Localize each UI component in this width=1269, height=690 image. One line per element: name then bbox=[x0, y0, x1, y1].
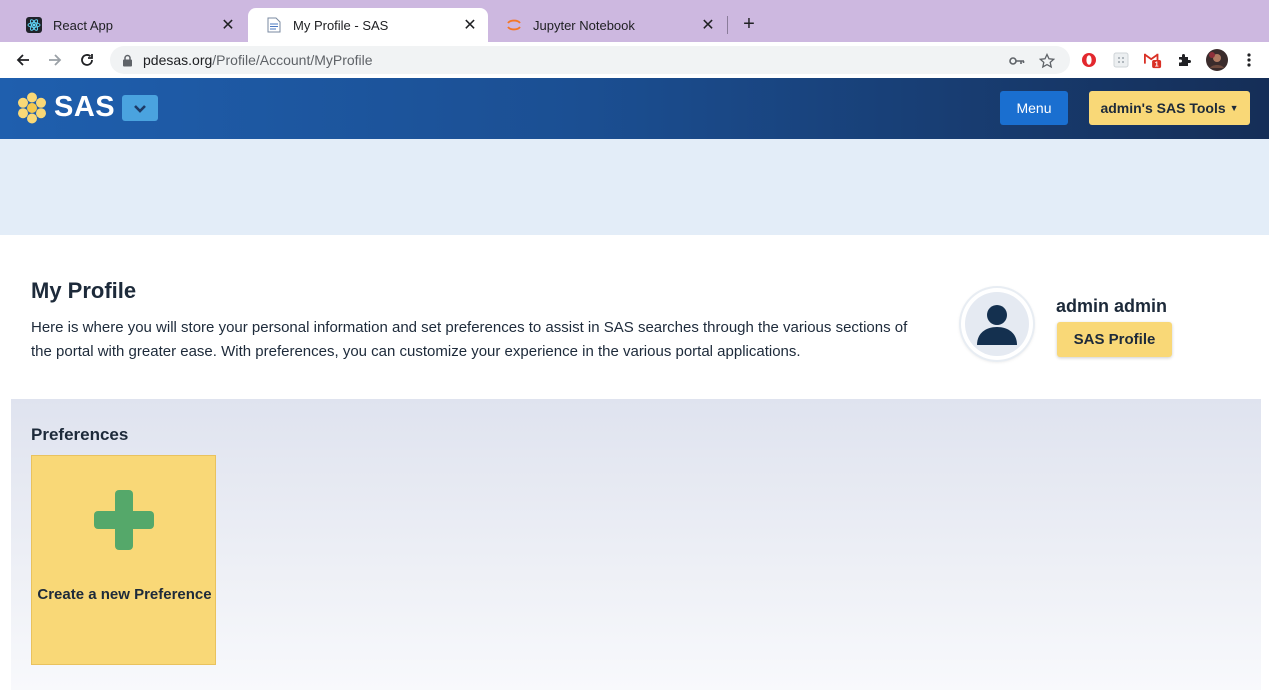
avatar bbox=[961, 288, 1033, 360]
logo-text: SAS bbox=[54, 91, 116, 123]
address-bar[interactable]: pdesas.org/Profile/Account/MyProfile bbox=[110, 46, 1070, 74]
profile-description: Here is where you will store your person… bbox=[31, 319, 908, 360]
back-button[interactable] bbox=[12, 49, 34, 71]
sas-logo[interactable]: SAS bbox=[16, 91, 115, 124]
opera-icon[interactable] bbox=[1080, 51, 1098, 69]
tab-my-profile[interactable]: My Profile - SAS ✕ bbox=[248, 8, 488, 42]
caret-down-icon: ▼ bbox=[1229, 103, 1239, 113]
tab-title: Jupyter Notebook bbox=[533, 17, 635, 33]
hero-banner bbox=[0, 139, 1269, 235]
jupyter-icon bbox=[506, 17, 522, 33]
close-icon[interactable]: ✕ bbox=[220, 15, 236, 35]
tab-jupyter[interactable]: Jupyter Notebook ✕ bbox=[488, 8, 726, 42]
new-tab-button[interactable]: + bbox=[738, 13, 760, 35]
sas-profile-button[interactable]: SAS Profile bbox=[1057, 322, 1172, 357]
user-icon bbox=[977, 305, 1017, 345]
reload-button[interactable] bbox=[76, 49, 98, 71]
chevron-down-icon bbox=[134, 104, 146, 113]
tab-title: React App bbox=[53, 17, 113, 33]
lock-icon bbox=[122, 54, 133, 67]
plus-icon bbox=[94, 490, 154, 550]
close-icon[interactable]: ✕ bbox=[700, 15, 716, 35]
url-host: pdesas.org bbox=[143, 52, 213, 68]
create-preference-label: Create a new Preference bbox=[37, 586, 212, 603]
star-icon[interactable] bbox=[1038, 52, 1056, 70]
arrow-right-icon bbox=[49, 54, 62, 66]
close-icon[interactable]: ✕ bbox=[462, 15, 478, 35]
more-icon[interactable] bbox=[1240, 51, 1258, 69]
react-icon bbox=[26, 17, 42, 33]
sas-tools-button[interactable]: admin's SAS Tools ▼ bbox=[1089, 91, 1250, 125]
create-preference-card[interactable]: Create a new Preference bbox=[31, 455, 216, 665]
tab-react-app[interactable]: React App ✕ bbox=[8, 8, 246, 42]
sas-tools-label: admin's SAS Tools bbox=[1100, 100, 1226, 116]
menu-button[interactable]: Menu bbox=[1000, 91, 1068, 125]
site-header: SAS Menu admin's SAS Tools ▼ bbox=[0, 78, 1269, 139]
preferences-title: Preferences bbox=[31, 425, 129, 444]
user-name: admin admin bbox=[1056, 296, 1168, 316]
browser-tab-bar: React App ✕ My Profile - SAS ✕ Jupyter N… bbox=[0, 0, 1269, 42]
gmail-badge: 1 bbox=[1155, 60, 1159, 69]
puzzle-icon[interactable] bbox=[1176, 51, 1194, 69]
gmail-icon[interactable]: 1 bbox=[1144, 51, 1162, 69]
page-title: My Profile bbox=[31, 278, 137, 303]
document-icon bbox=[266, 17, 282, 33]
flower-logo-icon bbox=[18, 92, 46, 123]
profile-avatar[interactable] bbox=[1206, 49, 1228, 71]
key-icon[interactable] bbox=[1008, 52, 1026, 70]
arrow-left-icon bbox=[16, 54, 29, 66]
tab-title: My Profile - SAS bbox=[293, 17, 389, 33]
reload-icon bbox=[81, 54, 93, 66]
preferences-section: Preferences Create a new Preference bbox=[11, 399, 1261, 690]
forward-button[interactable] bbox=[44, 49, 66, 71]
url-text: pdesas.org/Profile/Account/MyProfile bbox=[143, 52, 373, 68]
tab-separator bbox=[727, 16, 728, 34]
grid-icon[interactable] bbox=[1112, 51, 1130, 69]
site-dropdown-button[interactable] bbox=[122, 95, 158, 121]
browser-toolbar: pdesas.org/Profile/Account/MyProfile bbox=[0, 42, 1269, 78]
url-path: /Profile/Account/MyProfile bbox=[212, 52, 373, 68]
